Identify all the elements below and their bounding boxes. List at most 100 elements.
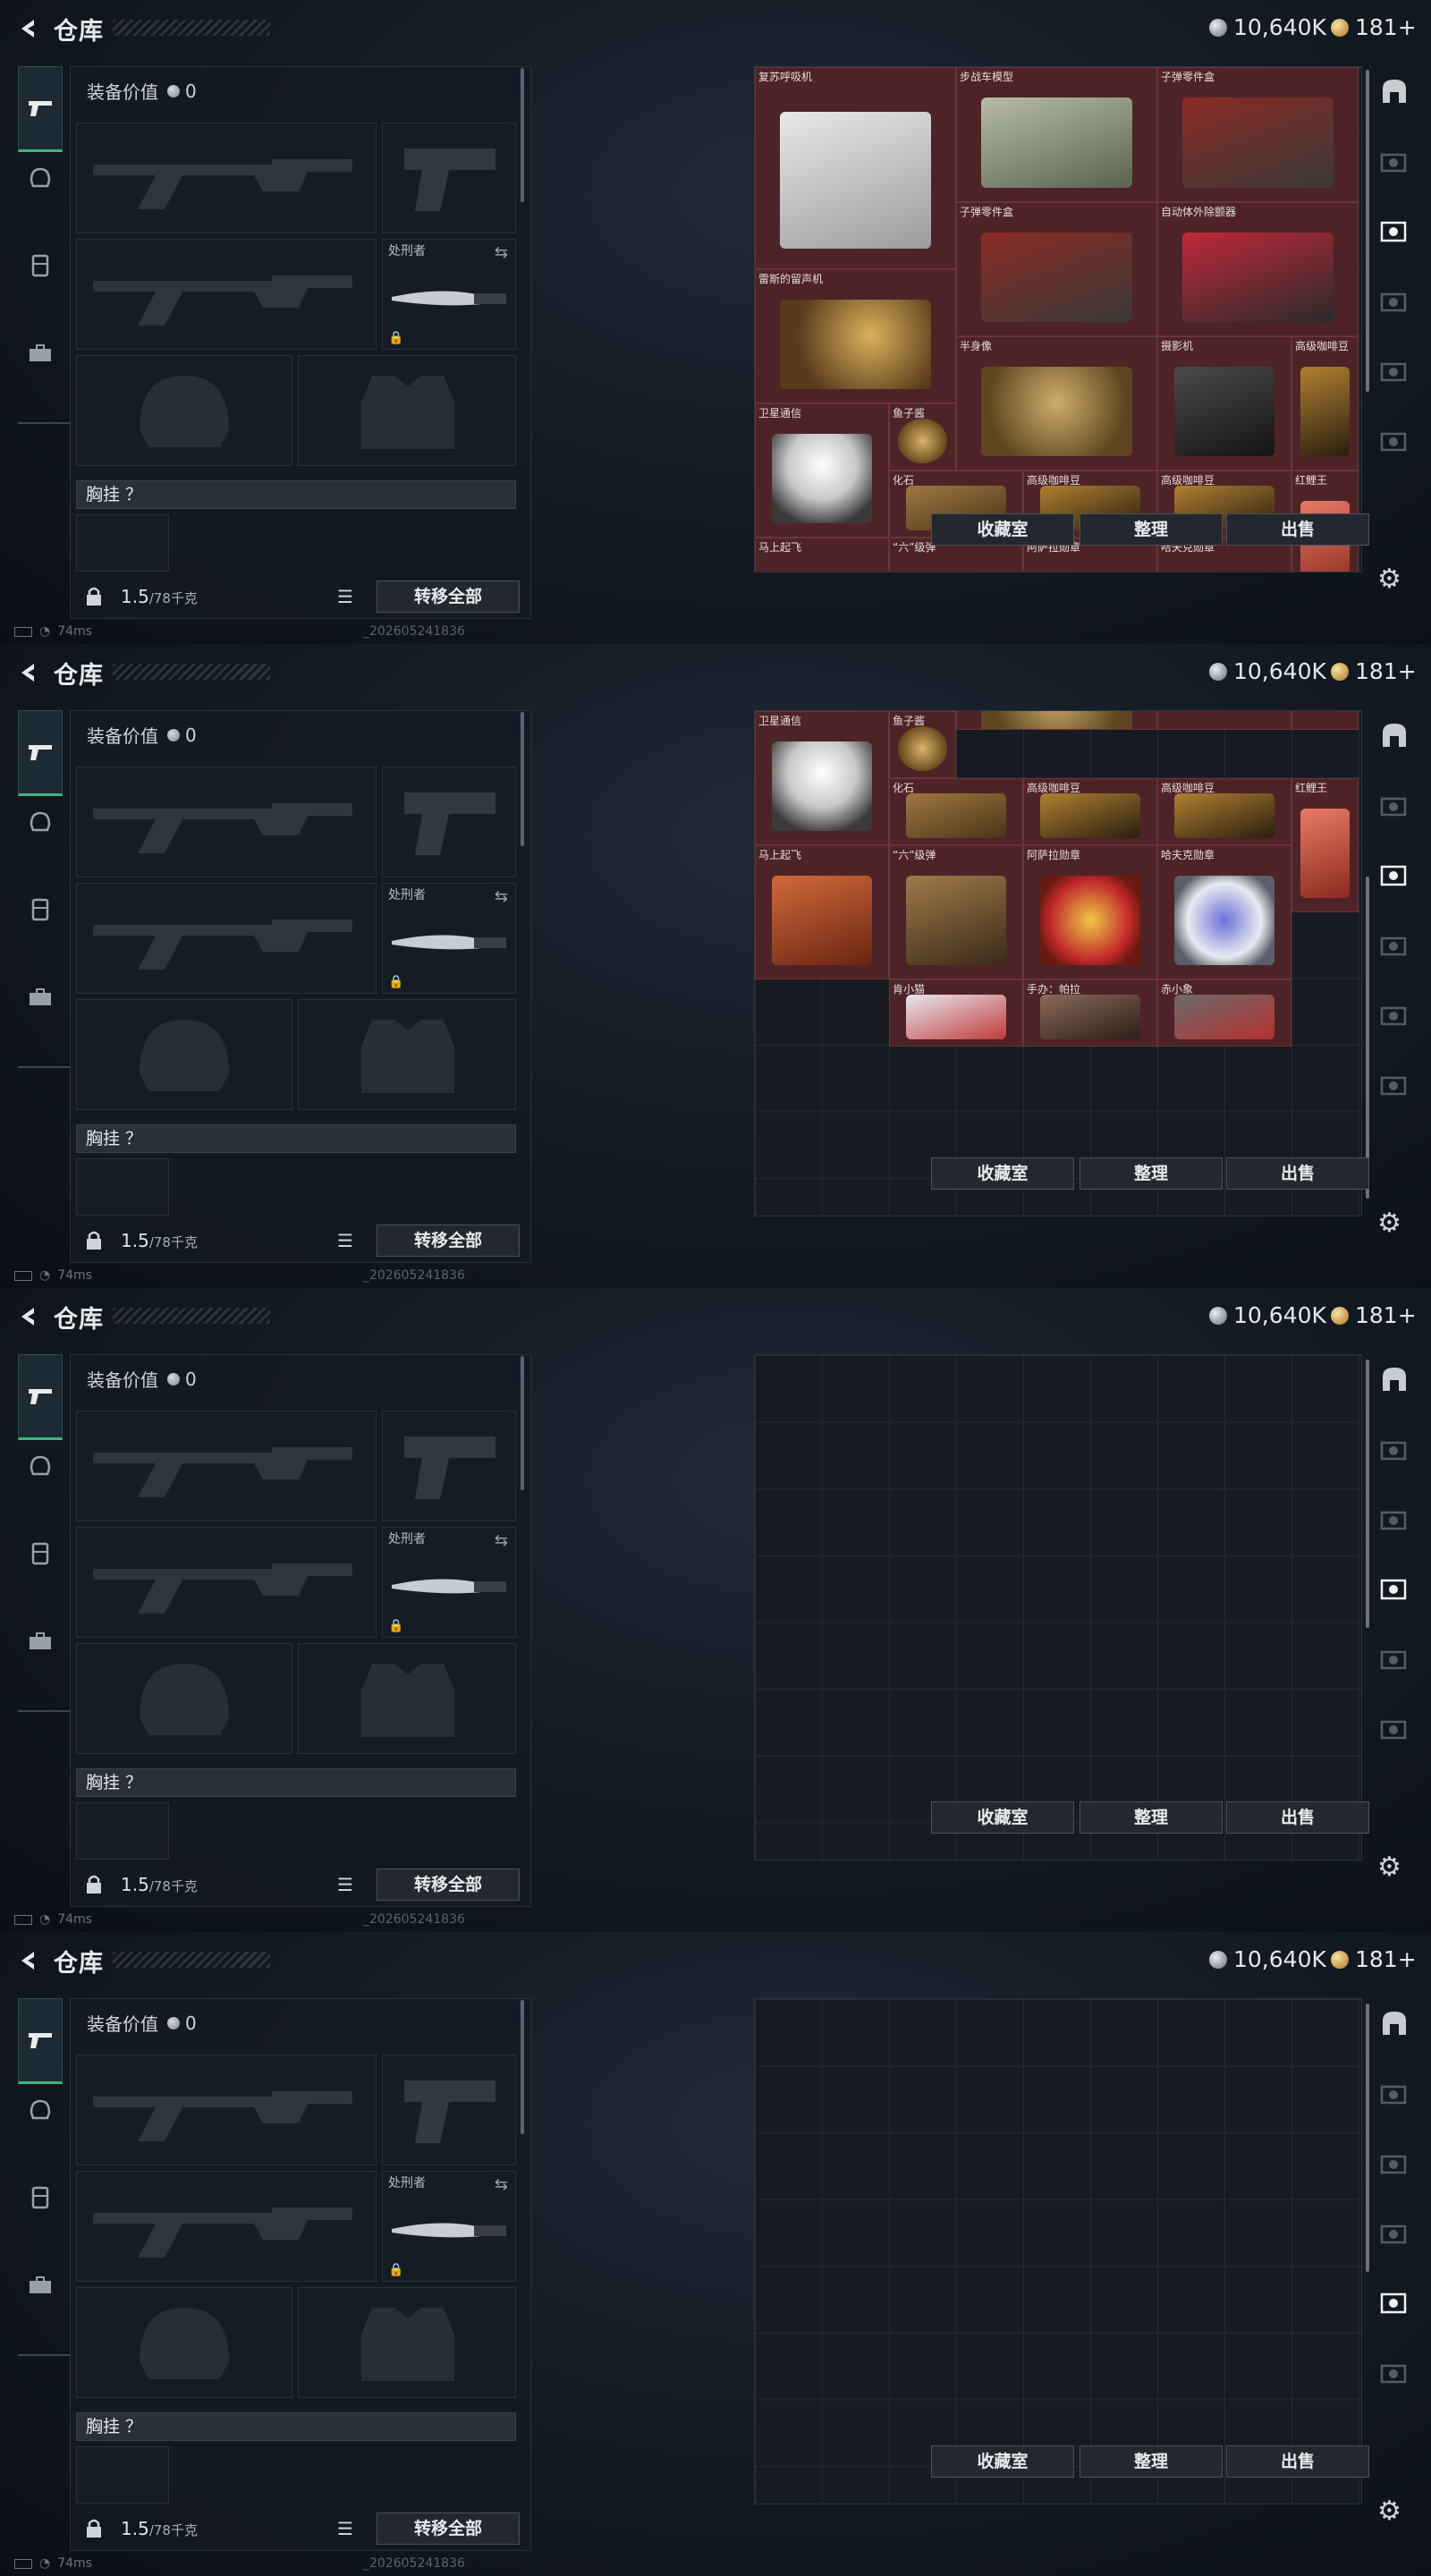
melee-slot[interactable]: 处刑者 ⇆ 🔒 — [382, 239, 516, 350]
tab-weapons[interactable] — [18, 710, 63, 796]
helmet-slot[interactable] — [76, 355, 292, 466]
tab-armor[interactable] — [18, 2175, 63, 2220]
primary-weapon-slot[interactable] — [76, 767, 377, 877]
tab-armor[interactable] — [18, 243, 63, 288]
collection-room-button[interactable]: 收藏室 — [931, 1801, 1074, 1834]
stash-item[interactable]: 高级咖啡豆 — [1157, 778, 1291, 845]
stash-scrollbar[interactable] — [1366, 70, 1369, 392]
stash-item[interactable]: 子弹零件盒 — [1157, 67, 1359, 202]
settings-gear-icon[interactable]: ⚙ — [1377, 1208, 1401, 1239]
stash-item[interactable] — [1157, 711, 1291, 730]
stash-item[interactable]: 赤小象 — [1157, 979, 1291, 1046]
stash-tab-4-selected[interactable] — [1375, 1569, 1414, 1608]
chest-rig-slot[interactable] — [76, 514, 169, 572]
back-button[interactable] — [13, 13, 45, 45]
stash-tab-3-selected[interactable] — [1375, 855, 1414, 894]
back-button[interactable] — [13, 657, 45, 689]
chest-rig-slot[interactable] — [76, 2446, 169, 2504]
stash-item[interactable]: 马上起飞 — [755, 538, 889, 572]
stash-grid-empty[interactable] — [754, 1998, 1362, 2504]
armor-slot[interactable] — [298, 1643, 516, 1754]
secondary-weapon-slot[interactable] — [76, 1527, 377, 1638]
stash-grid[interactable]: 卫星通信 鱼子酱 化石 高级咖啡豆 高级咖啡豆 红鲤王 马上起飞 “六”级弹 阿… — [754, 710, 1362, 1216]
sort-button[interactable]: 整理 — [1080, 1801, 1223, 1834]
silver-currency[interactable]: 10,640K — [1209, 1302, 1326, 1328]
stash-tab-5[interactable] — [1375, 995, 1414, 1034]
stash-tab-5[interactable] — [1375, 351, 1414, 390]
swap-icon[interactable]: ⇆ — [495, 243, 508, 262]
collection-room-button[interactable]: 收藏室 — [931, 2445, 1074, 2478]
melee-slot[interactable]: 处刑者 ⇆ 🔒 — [382, 1527, 516, 1638]
chest-rig-header[interactable]: 胸挂 ？ — [76, 1768, 516, 1797]
stash-tab-3[interactable] — [1375, 2143, 1414, 2182]
sell-button[interactable]: 出售 — [1226, 2445, 1369, 2478]
back-button[interactable] — [13, 1301, 45, 1333]
stash-item[interactable]: 半身像 — [956, 336, 1157, 470]
stash-tab-arch[interactable] — [1375, 2004, 1414, 2043]
transfer-all-button[interactable]: 转移全部 — [377, 2512, 520, 2545]
gold-currency[interactable]: 181+ — [1331, 1302, 1417, 1328]
melee-slot[interactable]: 处刑者 ⇆ 🔒 — [382, 883, 516, 994]
stash-scrollbar[interactable] — [1366, 2004, 1369, 2272]
stash-item[interactable]: 鱼子酱 — [889, 403, 956, 470]
stash-tab-arch[interactable] — [1375, 1360, 1414, 1399]
silver-currency[interactable]: 10,640K — [1209, 1946, 1326, 1972]
stash-tab-6[interactable] — [1375, 2352, 1414, 2392]
stash-tab-2[interactable] — [1375, 785, 1414, 825]
tab-backpack[interactable] — [18, 331, 63, 376]
stash-item[interactable] — [956, 711, 1157, 730]
stash-tab-3[interactable] — [1375, 1499, 1414, 1538]
transfer-all-button[interactable]: 转移全部 — [377, 580, 520, 613]
gold-currency[interactable]: 181+ — [1331, 14, 1417, 40]
secondary-weapon-slot[interactable] — [76, 883, 377, 994]
primary-weapon-slot[interactable] — [76, 123, 377, 233]
armor-slot[interactable] — [298, 2287, 516, 2398]
list-icon[interactable]: ☰ — [337, 2518, 353, 2539]
stash-tab-arch[interactable] — [1375, 72, 1414, 111]
armor-slot[interactable] — [298, 999, 516, 1110]
secondary-weapon-slot[interactable] — [76, 2171, 377, 2282]
chest-rig-header[interactable]: 胸挂 ？ — [76, 480, 516, 509]
stash-item[interactable]: 化石 — [889, 778, 1023, 845]
list-icon[interactable]: ☰ — [337, 586, 353, 607]
equipment-scrollbar[interactable] — [521, 712, 524, 846]
tab-helmet[interactable] — [18, 2088, 63, 2132]
sort-button[interactable]: 整理 — [1080, 2445, 1223, 2478]
sell-button[interactable]: 出售 — [1226, 513, 1369, 546]
transfer-all-button[interactable]: 转移全部 — [377, 1868, 520, 1901]
stash-item[interactable]: 雷斯的留声机 — [755, 269, 956, 403]
stash-tab-6[interactable] — [1375, 1064, 1414, 1104]
helmet-slot[interactable] — [76, 2287, 292, 2398]
stash-tab-2[interactable] — [1375, 141, 1414, 181]
primary-weapon-slot[interactable] — [76, 2055, 377, 2165]
stash-item[interactable]: 鱼子酱 — [889, 711, 956, 778]
stash-item[interactable]: “六”级弹 — [889, 845, 1023, 979]
stash-item[interactable]: 阿萨拉勋章 — [1023, 845, 1157, 979]
tab-weapons[interactable] — [18, 66, 63, 152]
armor-slot[interactable] — [298, 355, 516, 466]
stash-item[interactable]: 高级咖啡豆 — [1291, 336, 1359, 470]
tab-backpack[interactable] — [18, 975, 63, 1020]
stash-item[interactable]: 马上起飞 — [755, 845, 889, 979]
tab-armor[interactable] — [18, 1531, 63, 1576]
collection-room-button[interactable]: 收藏室 — [931, 1157, 1074, 1190]
stash-item[interactable]: 高级咖啡豆 — [1023, 778, 1157, 845]
helmet-slot[interactable] — [76, 999, 292, 1110]
secondary-weapon-slot[interactable] — [76, 239, 377, 350]
stash-tab-4[interactable] — [1375, 925, 1414, 964]
tab-helmet[interactable] — [18, 156, 63, 200]
stash-item[interactable]: 摄影机 — [1157, 336, 1291, 470]
stash-tab-2[interactable] — [1375, 1429, 1414, 1469]
stash-item[interactable]: 自动体外除颤器 — [1157, 202, 1359, 336]
stash-grid-empty[interactable] — [754, 1354, 1362, 1860]
equipment-scrollbar[interactable] — [521, 2000, 524, 2134]
settings-gear-icon[interactable]: ⚙ — [1377, 564, 1401, 595]
sell-button[interactable]: 出售 — [1226, 1801, 1369, 1834]
chest-rig-slot[interactable] — [76, 1158, 169, 1216]
stash-tab-6[interactable] — [1375, 1708, 1414, 1748]
stash-tab-4[interactable] — [1375, 2213, 1414, 2252]
list-icon[interactable]: ☰ — [337, 1874, 353, 1895]
chest-rig-header[interactable]: 胸挂 ？ — [76, 2412, 516, 2441]
stash-item[interactable]: 步战车模型 — [956, 67, 1157, 202]
stash-item[interactable] — [1291, 711, 1359, 730]
